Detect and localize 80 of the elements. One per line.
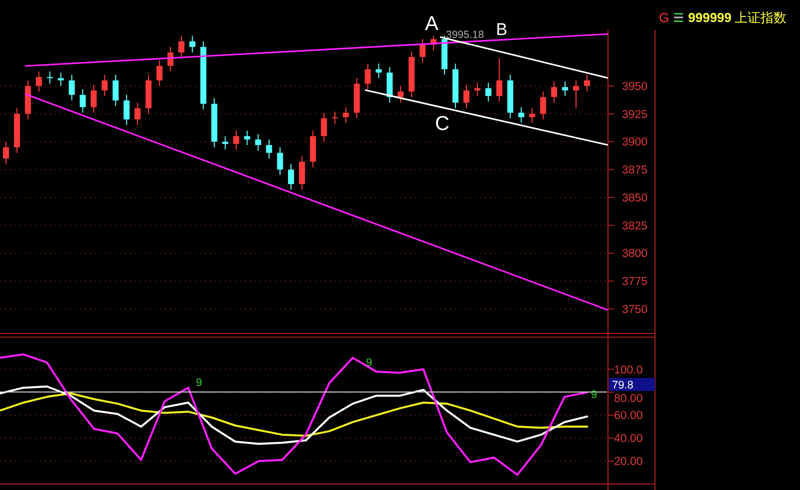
point-label: B	[496, 20, 508, 39]
axis-label: 20.00	[614, 456, 643, 468]
candlestick	[342, 106, 349, 124]
candlestick	[320, 112, 327, 142]
axis-label: 3875	[622, 164, 648, 177]
candlestick	[14, 108, 20, 154]
candlestick	[551, 81, 558, 104]
stock-code: 999999	[688, 9, 732, 27]
candlestick	[178, 35, 184, 59]
candlestick	[46, 70, 53, 84]
candlestick	[573, 80, 580, 109]
candlestick	[298, 156, 305, 190]
candlestick	[156, 60, 162, 86]
signal-mark: 9	[196, 377, 202, 389]
candlestick	[310, 130, 316, 168]
axis-label: 40.00	[614, 433, 643, 446]
candlestick	[584, 74, 590, 92]
signal-mark: 9	[366, 357, 372, 369]
candlestick	[485, 82, 492, 102]
candlestick	[68, 74, 75, 101]
axis-label: 3950	[622, 80, 648, 93]
candlestick	[134, 102, 141, 126]
market-letter: G	[659, 9, 670, 27]
candlestick	[430, 35, 437, 51]
point-label: C	[435, 113, 450, 135]
candlestick	[211, 98, 218, 148]
candlestick	[332, 111, 338, 124]
axis-label: 3925	[622, 108, 648, 121]
axis-label: 3800	[622, 248, 648, 260]
candlestick	[518, 106, 524, 124]
axis-label: 80.00	[614, 393, 643, 406]
candlestick	[277, 146, 284, 176]
candlestick	[167, 46, 174, 72]
candlestick	[124, 94, 130, 126]
candlestick	[442, 35, 448, 76]
candlestick	[266, 138, 272, 159]
candlestick	[244, 130, 250, 146]
candlestick	[496, 58, 502, 102]
axis-label: 100.0	[614, 364, 643, 376]
candlestick	[474, 82, 480, 96]
candlestick	[376, 63, 382, 79]
candlestick	[3, 141, 9, 164]
candlestick	[540, 91, 546, 120]
candlestick	[255, 133, 262, 152]
candlestick	[189, 35, 196, 53]
candlestick	[420, 38, 426, 64]
candlestick	[24, 80, 31, 120]
candlestick	[222, 136, 228, 150]
axis-label: 60.00	[614, 410, 643, 422]
candlestick	[529, 108, 536, 124]
axis-label: 3775	[622, 276, 648, 288]
candlestick	[288, 164, 294, 190]
point-label: A	[425, 13, 438, 35]
candlestick	[354, 78, 360, 119]
candlestick	[80, 88, 86, 114]
candlestick	[507, 74, 514, 119]
candlestick	[102, 74, 108, 96]
candlestick	[562, 81, 568, 96]
axis-label: 3850	[622, 192, 648, 204]
index-name: 上证指数	[734, 9, 787, 27]
candlestick	[90, 84, 97, 114]
candlestick	[112, 74, 119, 107]
signal-mark: 9	[591, 389, 598, 401]
candlestick	[408, 50, 415, 98]
candlestick	[386, 66, 393, 104]
candlestick	[398, 85, 404, 104]
high-price-label: 3995.18	[446, 29, 484, 41]
candlestick	[463, 84, 470, 109]
axis-label: 3900	[622, 136, 648, 149]
candlestick	[233, 130, 240, 150]
axis-label: 3750	[622, 304, 648, 316]
candlestick	[452, 63, 458, 109]
candlestick	[146, 74, 152, 114]
current-value-label: 79.8	[609, 378, 655, 392]
candlestick	[36, 70, 42, 92]
candlestick	[200, 40, 206, 110]
axis-label: 3825	[622, 220, 648, 232]
candlestick	[58, 72, 64, 86]
menu-icon[interactable]	[674, 13, 684, 22]
candlestick	[364, 63, 371, 90]
